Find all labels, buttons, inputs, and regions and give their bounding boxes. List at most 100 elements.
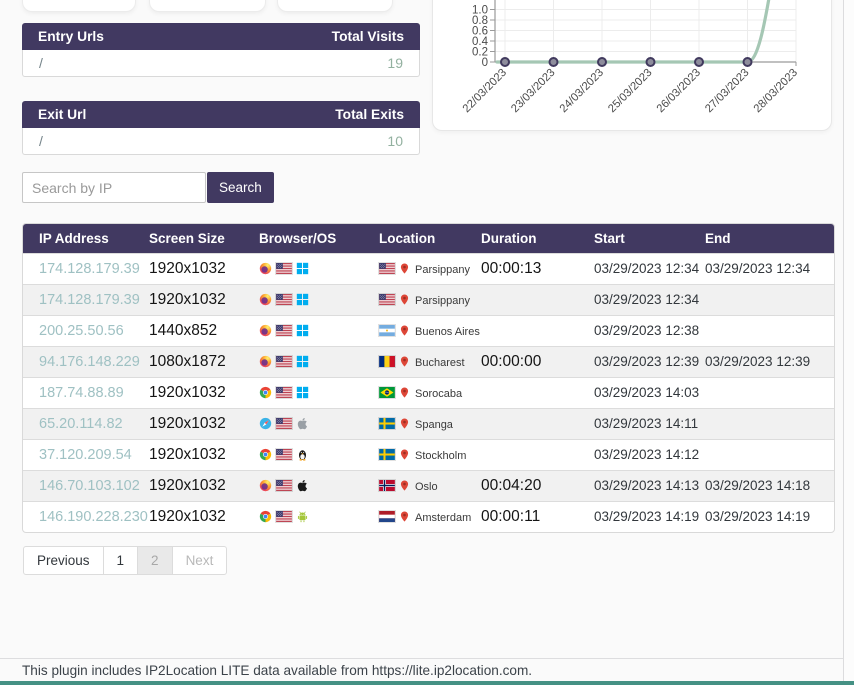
x-axis-tick-label: 25/03/2023 <box>606 67 654 115</box>
table-row: 146.70.103.1021920x1032Oslo00:04:2003/29… <box>23 471 834 502</box>
stat-card <box>277 0 393 12</box>
windows-icon <box>296 262 309 275</box>
city-text: Amsterdam <box>415 512 471 524</box>
search-input[interactable] <box>22 172 206 203</box>
language-flag-us-icon <box>276 387 292 398</box>
location-pin-icon <box>399 479 410 492</box>
col-duration: Duration <box>481 224 594 254</box>
table-row: 200.25.50.561440x852Buenos Aires03/29/20… <box>23 316 834 347</box>
language-flag-us-icon <box>276 325 292 336</box>
footer-text: This plugin includes IP2Location LITE da… <box>22 663 532 678</box>
end-time-text: 03/29/2023 12:39 <box>705 354 810 369</box>
x-axis-tick-label: 27/03/2023 <box>703 67 751 115</box>
y-axis-tick-label: 0.6 <box>472 25 488 37</box>
x-axis-tick-label: 28/03/2023 <box>752 67 800 115</box>
chart-point <box>550 58 558 66</box>
android-icon <box>296 510 309 523</box>
duration-text: 00:00:11 <box>481 508 540 525</box>
firefox-icon <box>259 324 272 337</box>
ip-address-link[interactable]: 146.190.228.230 <box>39 509 148 525</box>
chrome-icon <box>259 510 272 523</box>
screen-size-text: 1920x1032 <box>149 291 226 308</box>
screen-size-text: 1920x1032 <box>149 477 226 494</box>
screen-size-text: 1920x1032 <box>149 384 226 401</box>
pagination-2: 2 <box>138 547 173 574</box>
windows-icon <box>296 293 309 306</box>
y-axis-tick-label: 0.4 <box>472 36 489 48</box>
x-axis-tick-label: 23/03/2023 <box>509 67 557 115</box>
col-browser-os: Browser/OS <box>259 224 379 254</box>
footer-period: . <box>528 663 532 678</box>
table-row: 187.74.88.891920x1032Sorocaba03/29/2023 … <box>23 378 834 409</box>
total-visits-header: Total Visits <box>332 29 404 44</box>
ip-address-link[interactable]: 174.128.179.39 <box>39 292 140 308</box>
exit-url-table: Exit Url Total Exits / 10 <box>22 101 420 155</box>
y-axis-tick-label: 0 <box>482 57 488 69</box>
screen-size-text: 1920x1032 <box>149 446 226 463</box>
location-pin-icon <box>399 324 410 337</box>
pagination: Previous12Next <box>23 546 227 575</box>
country-flag-se-icon <box>379 449 395 460</box>
firefox-icon <box>259 293 272 306</box>
exit-url-row: / 10 <box>22 128 420 155</box>
firefox-icon <box>259 355 272 368</box>
pagination-1[interactable]: 1 <box>104 547 139 574</box>
col-screen-size: Screen Size <box>149 224 259 254</box>
location-pin-icon <box>399 448 410 461</box>
start-time-text: 03/29/2023 12:34 <box>594 292 699 307</box>
apple-icon <box>296 417 309 430</box>
screen-size-text: 1920x1032 <box>149 260 226 277</box>
entry-urls-table: Entry Urls Total Visits / 19 <box>22 23 420 77</box>
visitors-table-body: 174.128.179.391920x1032Parsippany00:00:1… <box>23 254 834 533</box>
footer-divider <box>0 658 854 659</box>
col-location: Location <box>379 224 481 254</box>
language-flag-us-icon <box>276 263 292 274</box>
ip-address-link[interactable]: 187.74.88.89 <box>39 385 124 401</box>
col-ip-address: IP Address <box>23 224 149 254</box>
country-flag-se-icon <box>379 418 395 429</box>
ip-address-link[interactable]: 146.70.103.102 <box>39 478 140 494</box>
col-start: Start <box>594 224 705 254</box>
chrome-icon <box>259 448 272 461</box>
table-header-row: IP Address Screen Size Browser/OS Locati… <box>23 224 834 254</box>
ip-address-link[interactable]: 94.176.148.229 <box>39 354 140 370</box>
screen-size-text: 1920x1032 <box>149 415 226 432</box>
stat-card <box>22 0 136 12</box>
start-time-text: 03/29/2023 14:12 <box>594 447 699 462</box>
start-time-text: 03/29/2023 14:03 <box>594 385 699 400</box>
screen-size-text: 1080x1872 <box>149 353 226 370</box>
footer-note: This plugin includes IP2Location LITE da… <box>22 663 372 678</box>
apple-icon <box>296 479 309 492</box>
visitors-line-chart: 22/03/202323/03/202324/03/202325/03/2023… <box>433 0 831 130</box>
scrollbar[interactable] <box>843 0 854 685</box>
chart-point <box>501 58 509 66</box>
city-text: Buenos Aires <box>415 326 480 338</box>
windows-icon <box>296 355 309 368</box>
table-row: 174.128.179.391920x1032Parsippany00:00:1… <box>23 254 834 285</box>
pagination-previous[interactable]: Previous <box>24 547 104 574</box>
ip2location-link[interactable]: https://lite.ip2location.com <box>372 663 528 678</box>
search-button[interactable]: Search <box>207 172 274 203</box>
language-flag-us-icon <box>276 511 292 522</box>
ip-address-link[interactable]: 65.20.114.82 <box>39 416 123 432</box>
duration-text: 00:04:20 <box>481 477 541 494</box>
end-time-text: 03/29/2023 14:19 <box>705 509 810 524</box>
country-flag-nl-icon <box>379 511 395 522</box>
ip-address-link[interactable]: 174.128.179.39 <box>39 261 140 277</box>
country-flag-no-icon <box>379 480 395 491</box>
end-time-text: 03/29/2023 14:18 <box>705 478 810 493</box>
location-pin-icon <box>399 510 410 523</box>
duration-text: 00:00:00 <box>481 353 541 370</box>
language-flag-us-icon <box>276 480 292 491</box>
start-time-text: 03/29/2023 14:19 <box>594 509 699 524</box>
location-pin-icon <box>399 293 410 306</box>
language-flag-us-icon <box>276 418 292 429</box>
country-flag-us-icon <box>379 263 395 274</box>
entry-url-value: / <box>39 55 43 71</box>
ip-address-link[interactable]: 37.120.209.54 <box>39 447 132 463</box>
language-flag-us-icon <box>276 294 292 305</box>
ip-address-link[interactable]: 200.25.50.56 <box>39 323 124 339</box>
city-text: Stockholm <box>415 450 466 462</box>
location-pin-icon <box>399 417 410 430</box>
chrome-icon <box>259 386 272 399</box>
